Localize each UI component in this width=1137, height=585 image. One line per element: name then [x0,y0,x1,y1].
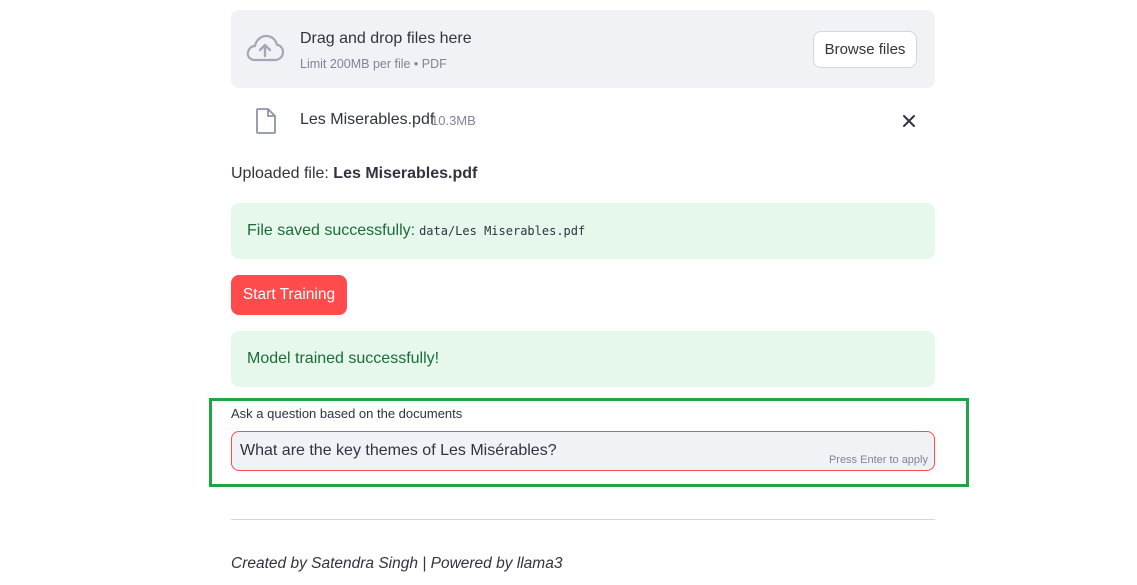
uploaded-file-size: 10.3MB [431,113,476,128]
footer-divider [231,519,935,520]
uploaded-file-name: Les Miserables.pdf [300,111,435,128]
press-enter-hint: Press Enter to apply [828,454,928,466]
app-page: Drag and drop files here Limit 200MB per… [0,0,1137,585]
browse-files-button[interactable]: Browse files [813,31,917,68]
cloud-upload-icon [246,34,284,62]
file-saved-alert: File saved successfully: data/Les Miserab… [231,203,935,259]
model-trained-text: Model trained successfully! [247,350,440,367]
uploaded-file-bold-name: Les Miserables.pdf [333,165,478,182]
file-icon [256,108,276,134]
dropzone-title: Drag and drop files here [300,30,472,47]
model-trained-alert: Model trained successfully! [231,331,935,387]
uploaded-file-prefix: Uploaded file: [231,165,334,182]
question-label: Ask a question based on the documents [231,406,463,421]
file-saved-path: data/Les Miserables.pdf [419,224,586,238]
close-icon[interactable] [899,111,919,131]
question-input-wrapper: Press Enter to apply [231,431,935,471]
start-training-button[interactable]: Start Training [231,275,347,315]
uploaded-file-line: Uploaded file: Les Miserables.pdf [231,165,477,183]
dropzone-limit: Limit 200MB per file • PDF [300,57,447,71]
file-saved-text: File saved successfully: [247,222,416,239]
footer-credit: Created by Satendra Singh | Powered by l… [231,555,563,572]
question-input[interactable] [240,432,820,470]
